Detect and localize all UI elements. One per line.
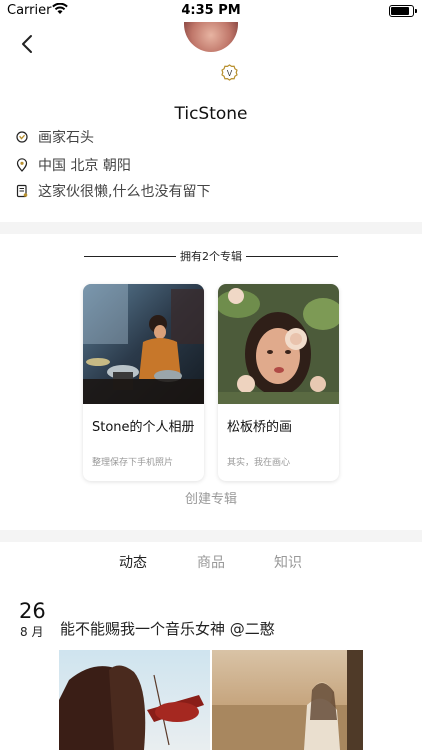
verified-badge-icon: V <box>221 64 238 81</box>
username: TicStone <box>174 104 248 124</box>
albums-heading: 拥有2个专辑 <box>0 248 422 264</box>
post-date-day: 26 <box>19 599 46 623</box>
content-tabs: 动态 商品 知识 <box>0 552 422 574</box>
tab-moments[interactable]: 动态 <box>119 552 147 572</box>
post-text: 能不能赐我一个音乐女神 @二憨 <box>60 620 275 638</box>
section-divider <box>0 222 422 234</box>
album-cover-image <box>83 284 204 404</box>
tab-products[interactable]: 商品 <box>197 552 225 572</box>
tab-knowledge[interactable]: 知识 <box>274 552 302 572</box>
album-card[interactable]: 松板桥的画 其实，我在画心 <box>218 284 339 481</box>
create-album-button[interactable]: 创建专辑 <box>0 488 422 507</box>
profile-location: 中国 北京 朝阳 <box>38 158 131 174</box>
avatar-clip <box>0 22 422 82</box>
profile-bio-row: 这家伙很懒,什么也没有留下 <box>16 181 210 201</box>
post-image[interactable] <box>212 650 363 750</box>
heading-line-left <box>84 256 176 257</box>
profile-bio: 这家伙很懒,什么也没有留下 <box>38 184 211 200</box>
battery-icon <box>389 5 417 17</box>
location-pin-icon <box>16 158 28 172</box>
verified-icon <box>16 131 28 143</box>
avatar[interactable] <box>184 22 238 52</box>
post-date-month: 8 月 <box>20 625 44 639</box>
note-icon <box>16 184 28 198</box>
status-time: 4:35 PM <box>181 3 241 18</box>
svg-text:V: V <box>227 69 233 78</box>
post-image[interactable] <box>59 650 210 750</box>
section-divider <box>0 530 422 542</box>
profile-title: 画家石头 <box>38 130 94 146</box>
album-title: 松板桥的画 <box>227 420 293 435</box>
album-title: Stone的个人相册 <box>92 420 195 435</box>
album-description: 整理保存下手机照片 <box>92 458 174 468</box>
album-description: 其实，我在画心 <box>227 458 291 468</box>
albums-heading-text: 拥有2个专辑 <box>180 250 242 263</box>
album-cover-image <box>218 284 339 404</box>
album-card[interactable]: Stone的个人相册 整理保存下手机照片 <box>83 284 204 481</box>
profile-location-row: 中国 北京 朝阳 <box>16 155 131 175</box>
status-bar: Carrier 4:35 PM <box>0 0 422 22</box>
heading-line-right <box>246 256 338 257</box>
profile-title-row: 画家石头 <box>16 127 94 147</box>
